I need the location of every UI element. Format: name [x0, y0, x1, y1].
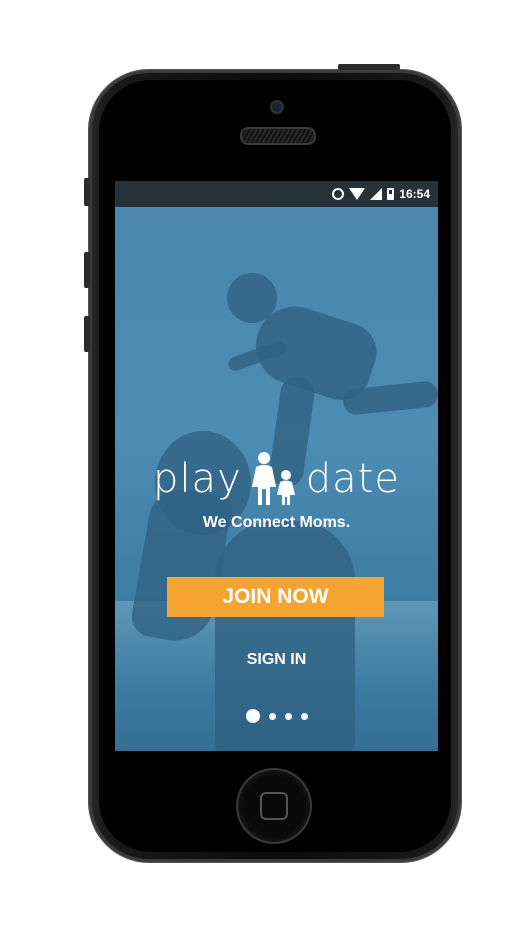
app-logo: play date [115, 451, 438, 507]
power-button [338, 64, 400, 70]
volume-down-button [84, 316, 90, 352]
wifi-icon [349, 188, 366, 200]
volume-up-button [84, 252, 90, 288]
status-icons: 16:54 [332, 185, 430, 203]
status-bar: 16:54 [115, 181, 438, 207]
join-now-button[interactable]: JOIN NOW [167, 577, 384, 617]
status-time: 16:54 [399, 187, 430, 201]
page-indicator [115, 709, 438, 723]
mother-child-icon [251, 452, 295, 505]
signal-icon [370, 188, 383, 200]
earpiece-speaker [240, 127, 316, 145]
logo-word-left: play [153, 456, 242, 502]
logo-word-right: date [305, 456, 400, 502]
page-dot-3[interactable] [284, 712, 292, 720]
app-screen: 16:54 play date We Connect Moms. JOIN NO… [115, 181, 438, 751]
alarm-icon [332, 188, 345, 200]
page-dot-2[interactable] [268, 712, 276, 720]
front-camera [270, 100, 284, 114]
page-dot-1[interactable] [245, 709, 260, 723]
page-dot-4[interactable] [300, 712, 308, 720]
battery-icon [387, 188, 395, 200]
sign-in-link[interactable]: SIGN IN [115, 651, 438, 669]
home-button-icon [260, 792, 288, 820]
tagline: We Connect Moms. [202, 514, 351, 531]
silent-switch [84, 178, 90, 206]
